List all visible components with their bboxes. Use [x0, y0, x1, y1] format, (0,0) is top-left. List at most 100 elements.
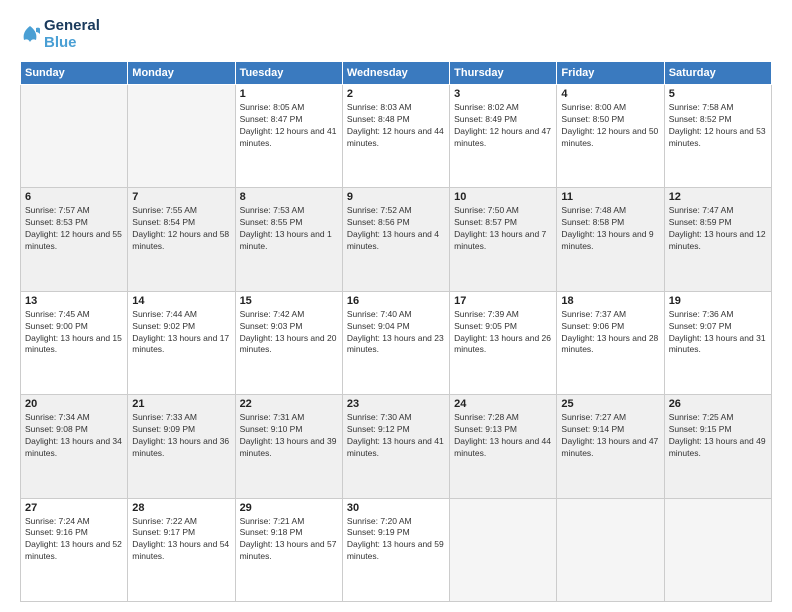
daylight-text: Daylight: 12 hours and 58 minutes. [132, 229, 230, 253]
daylight-text: Daylight: 12 hours and 53 minutes. [669, 126, 767, 150]
calendar-week-row: 6 Sunrise: 7:57 AM Sunset: 8:53 PM Dayli… [21, 188, 772, 291]
col-sunday: Sunday [21, 62, 128, 85]
daylight-text: Daylight: 13 hours and 20 minutes. [240, 333, 338, 357]
day-number: 26 [669, 398, 767, 410]
day-number: 16 [347, 295, 445, 307]
day-info: Sunrise: 7:31 AM Sunset: 9:10 PM Dayligh… [240, 412, 338, 460]
day-number: 8 [240, 191, 338, 203]
day-info: Sunrise: 7:42 AM Sunset: 9:03 PM Dayligh… [240, 309, 338, 357]
sunset-text: Sunset: 8:59 PM [669, 217, 767, 229]
table-row: 12 Sunrise: 7:47 AM Sunset: 8:59 PM Dayl… [664, 188, 771, 291]
sunset-text: Sunset: 9:17 PM [132, 527, 230, 539]
sunrise-text: Sunrise: 8:05 AM [240, 102, 338, 114]
daylight-text: Daylight: 13 hours and 47 minutes. [561, 436, 659, 460]
sunrise-text: Sunrise: 7:31 AM [240, 412, 338, 424]
table-row [450, 498, 557, 601]
daylight-text: Daylight: 13 hours and 36 minutes. [132, 436, 230, 460]
sunset-text: Sunset: 9:16 PM [25, 527, 123, 539]
sunrise-text: Sunrise: 7:58 AM [669, 102, 767, 114]
sunset-text: Sunset: 8:52 PM [669, 114, 767, 126]
daylight-text: Daylight: 13 hours and 17 minutes. [132, 333, 230, 357]
sunset-text: Sunset: 9:09 PM [132, 424, 230, 436]
table-row: 19 Sunrise: 7:36 AM Sunset: 9:07 PM Dayl… [664, 291, 771, 394]
table-row [664, 498, 771, 601]
sunset-text: Sunset: 9:12 PM [347, 424, 445, 436]
sunset-text: Sunset: 8:47 PM [240, 114, 338, 126]
sunset-text: Sunset: 9:03 PM [240, 321, 338, 333]
day-info: Sunrise: 8:05 AM Sunset: 8:47 PM Dayligh… [240, 102, 338, 150]
day-number: 7 [132, 191, 230, 203]
calendar-header-row: Sunday Monday Tuesday Wednesday Thursday… [21, 62, 772, 85]
sunrise-text: Sunrise: 7:55 AM [132, 205, 230, 217]
sunrise-text: Sunrise: 7:27 AM [561, 412, 659, 424]
day-number: 17 [454, 295, 552, 307]
sunset-text: Sunset: 9:05 PM [454, 321, 552, 333]
day-info: Sunrise: 7:28 AM Sunset: 9:13 PM Dayligh… [454, 412, 552, 460]
sunset-text: Sunset: 9:06 PM [561, 321, 659, 333]
sunrise-text: Sunrise: 7:40 AM [347, 309, 445, 321]
table-row: 14 Sunrise: 7:44 AM Sunset: 9:02 PM Dayl… [128, 291, 235, 394]
day-info: Sunrise: 7:40 AM Sunset: 9:04 PM Dayligh… [347, 309, 445, 357]
sunrise-text: Sunrise: 8:00 AM [561, 102, 659, 114]
daylight-text: Daylight: 13 hours and 12 minutes. [669, 229, 767, 253]
table-row: 4 Sunrise: 8:00 AM Sunset: 8:50 PM Dayli… [557, 85, 664, 188]
table-row: 24 Sunrise: 7:28 AM Sunset: 9:13 PM Dayl… [450, 395, 557, 498]
day-number: 25 [561, 398, 659, 410]
daylight-text: Daylight: 13 hours and 39 minutes. [240, 436, 338, 460]
day-number: 13 [25, 295, 123, 307]
sunrise-text: Sunrise: 7:24 AM [25, 516, 123, 528]
sunrise-text: Sunrise: 7:42 AM [240, 309, 338, 321]
day-info: Sunrise: 7:36 AM Sunset: 9:07 PM Dayligh… [669, 309, 767, 357]
sunrise-text: Sunrise: 7:28 AM [454, 412, 552, 424]
day-info: Sunrise: 7:24 AM Sunset: 9:16 PM Dayligh… [25, 516, 123, 564]
col-wednesday: Wednesday [342, 62, 449, 85]
daylight-text: Daylight: 12 hours and 55 minutes. [25, 229, 123, 253]
table-row: 3 Sunrise: 8:02 AM Sunset: 8:49 PM Dayli… [450, 85, 557, 188]
sunset-text: Sunset: 9:18 PM [240, 527, 338, 539]
day-info: Sunrise: 7:57 AM Sunset: 8:53 PM Dayligh… [25, 205, 123, 253]
table-row [128, 85, 235, 188]
sunset-text: Sunset: 9:08 PM [25, 424, 123, 436]
day-number: 30 [347, 502, 445, 514]
sunrise-text: Sunrise: 7:50 AM [454, 205, 552, 217]
day-info: Sunrise: 7:39 AM Sunset: 9:05 PM Dayligh… [454, 309, 552, 357]
sunset-text: Sunset: 9:19 PM [347, 527, 445, 539]
day-info: Sunrise: 7:27 AM Sunset: 9:14 PM Dayligh… [561, 412, 659, 460]
table-row [21, 85, 128, 188]
table-row: 8 Sunrise: 7:53 AM Sunset: 8:55 PM Dayli… [235, 188, 342, 291]
daylight-text: Daylight: 12 hours and 41 minutes. [240, 126, 338, 150]
table-row: 10 Sunrise: 7:50 AM Sunset: 8:57 PM Dayl… [450, 188, 557, 291]
table-row: 22 Sunrise: 7:31 AM Sunset: 9:10 PM Dayl… [235, 395, 342, 498]
table-row: 21 Sunrise: 7:33 AM Sunset: 9:09 PM Dayl… [128, 395, 235, 498]
sunrise-text: Sunrise: 7:44 AM [132, 309, 230, 321]
daylight-text: Daylight: 12 hours and 47 minutes. [454, 126, 552, 150]
daylight-text: Daylight: 13 hours and 49 minutes. [669, 436, 767, 460]
day-info: Sunrise: 7:34 AM Sunset: 9:08 PM Dayligh… [25, 412, 123, 460]
header: General Blue [20, 18, 772, 51]
day-number: 14 [132, 295, 230, 307]
day-number: 5 [669, 88, 767, 100]
daylight-text: Daylight: 13 hours and 28 minutes. [561, 333, 659, 357]
sunrise-text: Sunrise: 7:48 AM [561, 205, 659, 217]
table-row: 2 Sunrise: 8:03 AM Sunset: 8:48 PM Dayli… [342, 85, 449, 188]
day-number: 29 [240, 502, 338, 514]
sunrise-text: Sunrise: 7:52 AM [347, 205, 445, 217]
sunset-text: Sunset: 8:49 PM [454, 114, 552, 126]
day-number: 12 [669, 191, 767, 203]
table-row: 26 Sunrise: 7:25 AM Sunset: 9:15 PM Dayl… [664, 395, 771, 498]
day-number: 6 [25, 191, 123, 203]
table-row: 9 Sunrise: 7:52 AM Sunset: 8:56 PM Dayli… [342, 188, 449, 291]
day-info: Sunrise: 7:21 AM Sunset: 9:18 PM Dayligh… [240, 516, 338, 564]
day-number: 3 [454, 88, 552, 100]
daylight-text: Daylight: 13 hours and 31 minutes. [669, 333, 767, 357]
table-row: 11 Sunrise: 7:48 AM Sunset: 8:58 PM Dayl… [557, 188, 664, 291]
sunset-text: Sunset: 9:02 PM [132, 321, 230, 333]
col-monday: Monday [128, 62, 235, 85]
table-row: 16 Sunrise: 7:40 AM Sunset: 9:04 PM Dayl… [342, 291, 449, 394]
table-row: 1 Sunrise: 8:05 AM Sunset: 8:47 PM Dayli… [235, 85, 342, 188]
daylight-text: Daylight: 13 hours and 7 minutes. [454, 229, 552, 253]
table-row: 5 Sunrise: 7:58 AM Sunset: 8:52 PM Dayli… [664, 85, 771, 188]
day-info: Sunrise: 7:20 AM Sunset: 9:19 PM Dayligh… [347, 516, 445, 564]
daylight-text: Daylight: 12 hours and 50 minutes. [561, 126, 659, 150]
day-number: 28 [132, 502, 230, 514]
